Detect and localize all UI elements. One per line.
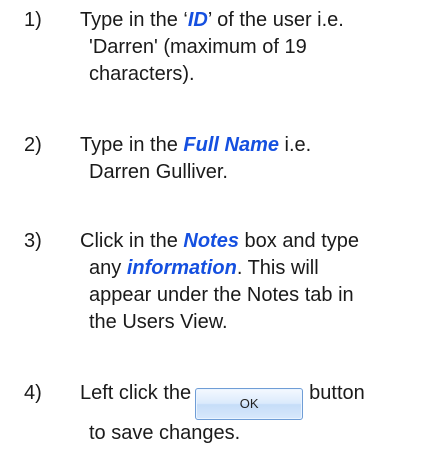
step-text-part: box and type (238, 230, 360, 252)
step-text: Left click the OK button to save changes. (80, 380, 430, 447)
step-text-part: i.e. (278, 134, 312, 156)
step-number: 3) (24, 230, 42, 252)
step-text-part: ’ of the user i.e. (207, 9, 344, 31)
step-text-line: any information. This will (89, 255, 430, 282)
step-text-part: Left click the (80, 382, 192, 404)
keyword-id: ID (187, 9, 208, 31)
step-text-line: appear under the Notes tab in (89, 284, 354, 306)
step-text-part: . This will (236, 257, 319, 279)
step-text: Click in the Notes box and type any info… (80, 228, 430, 336)
step-number: 2) (24, 134, 42, 156)
keyword-notes: Notes (183, 230, 239, 252)
step-text-line: 'Darren' (maximum of 19 (89, 36, 307, 58)
ok-button[interactable]: OK (195, 388, 304, 420)
step-text-line: Darren Gulliver. (89, 161, 228, 183)
keyword-information: information (126, 257, 237, 279)
step-text-line: to save changes. (89, 422, 241, 444)
step-number: 1) (24, 9, 42, 31)
step-text: Type in the ‘ID’ of the user i.e. 'Darre… (80, 7, 430, 88)
step-text: Type in the Full Name i.e. Darren Gulliv… (80, 132, 430, 186)
step-text-part: any (89, 257, 127, 279)
keyword-full-name: Full Name (183, 134, 279, 156)
step-text-part: Click in the (80, 230, 184, 252)
step-text-line: characters). (89, 63, 195, 85)
step-text-part: button (309, 382, 365, 404)
step-text-part: Type in the (80, 134, 184, 156)
step-text-part: Type in the ‘ (80, 9, 188, 31)
step-number: 4) (24, 382, 42, 404)
step-text-line: the Users View. (89, 311, 228, 333)
